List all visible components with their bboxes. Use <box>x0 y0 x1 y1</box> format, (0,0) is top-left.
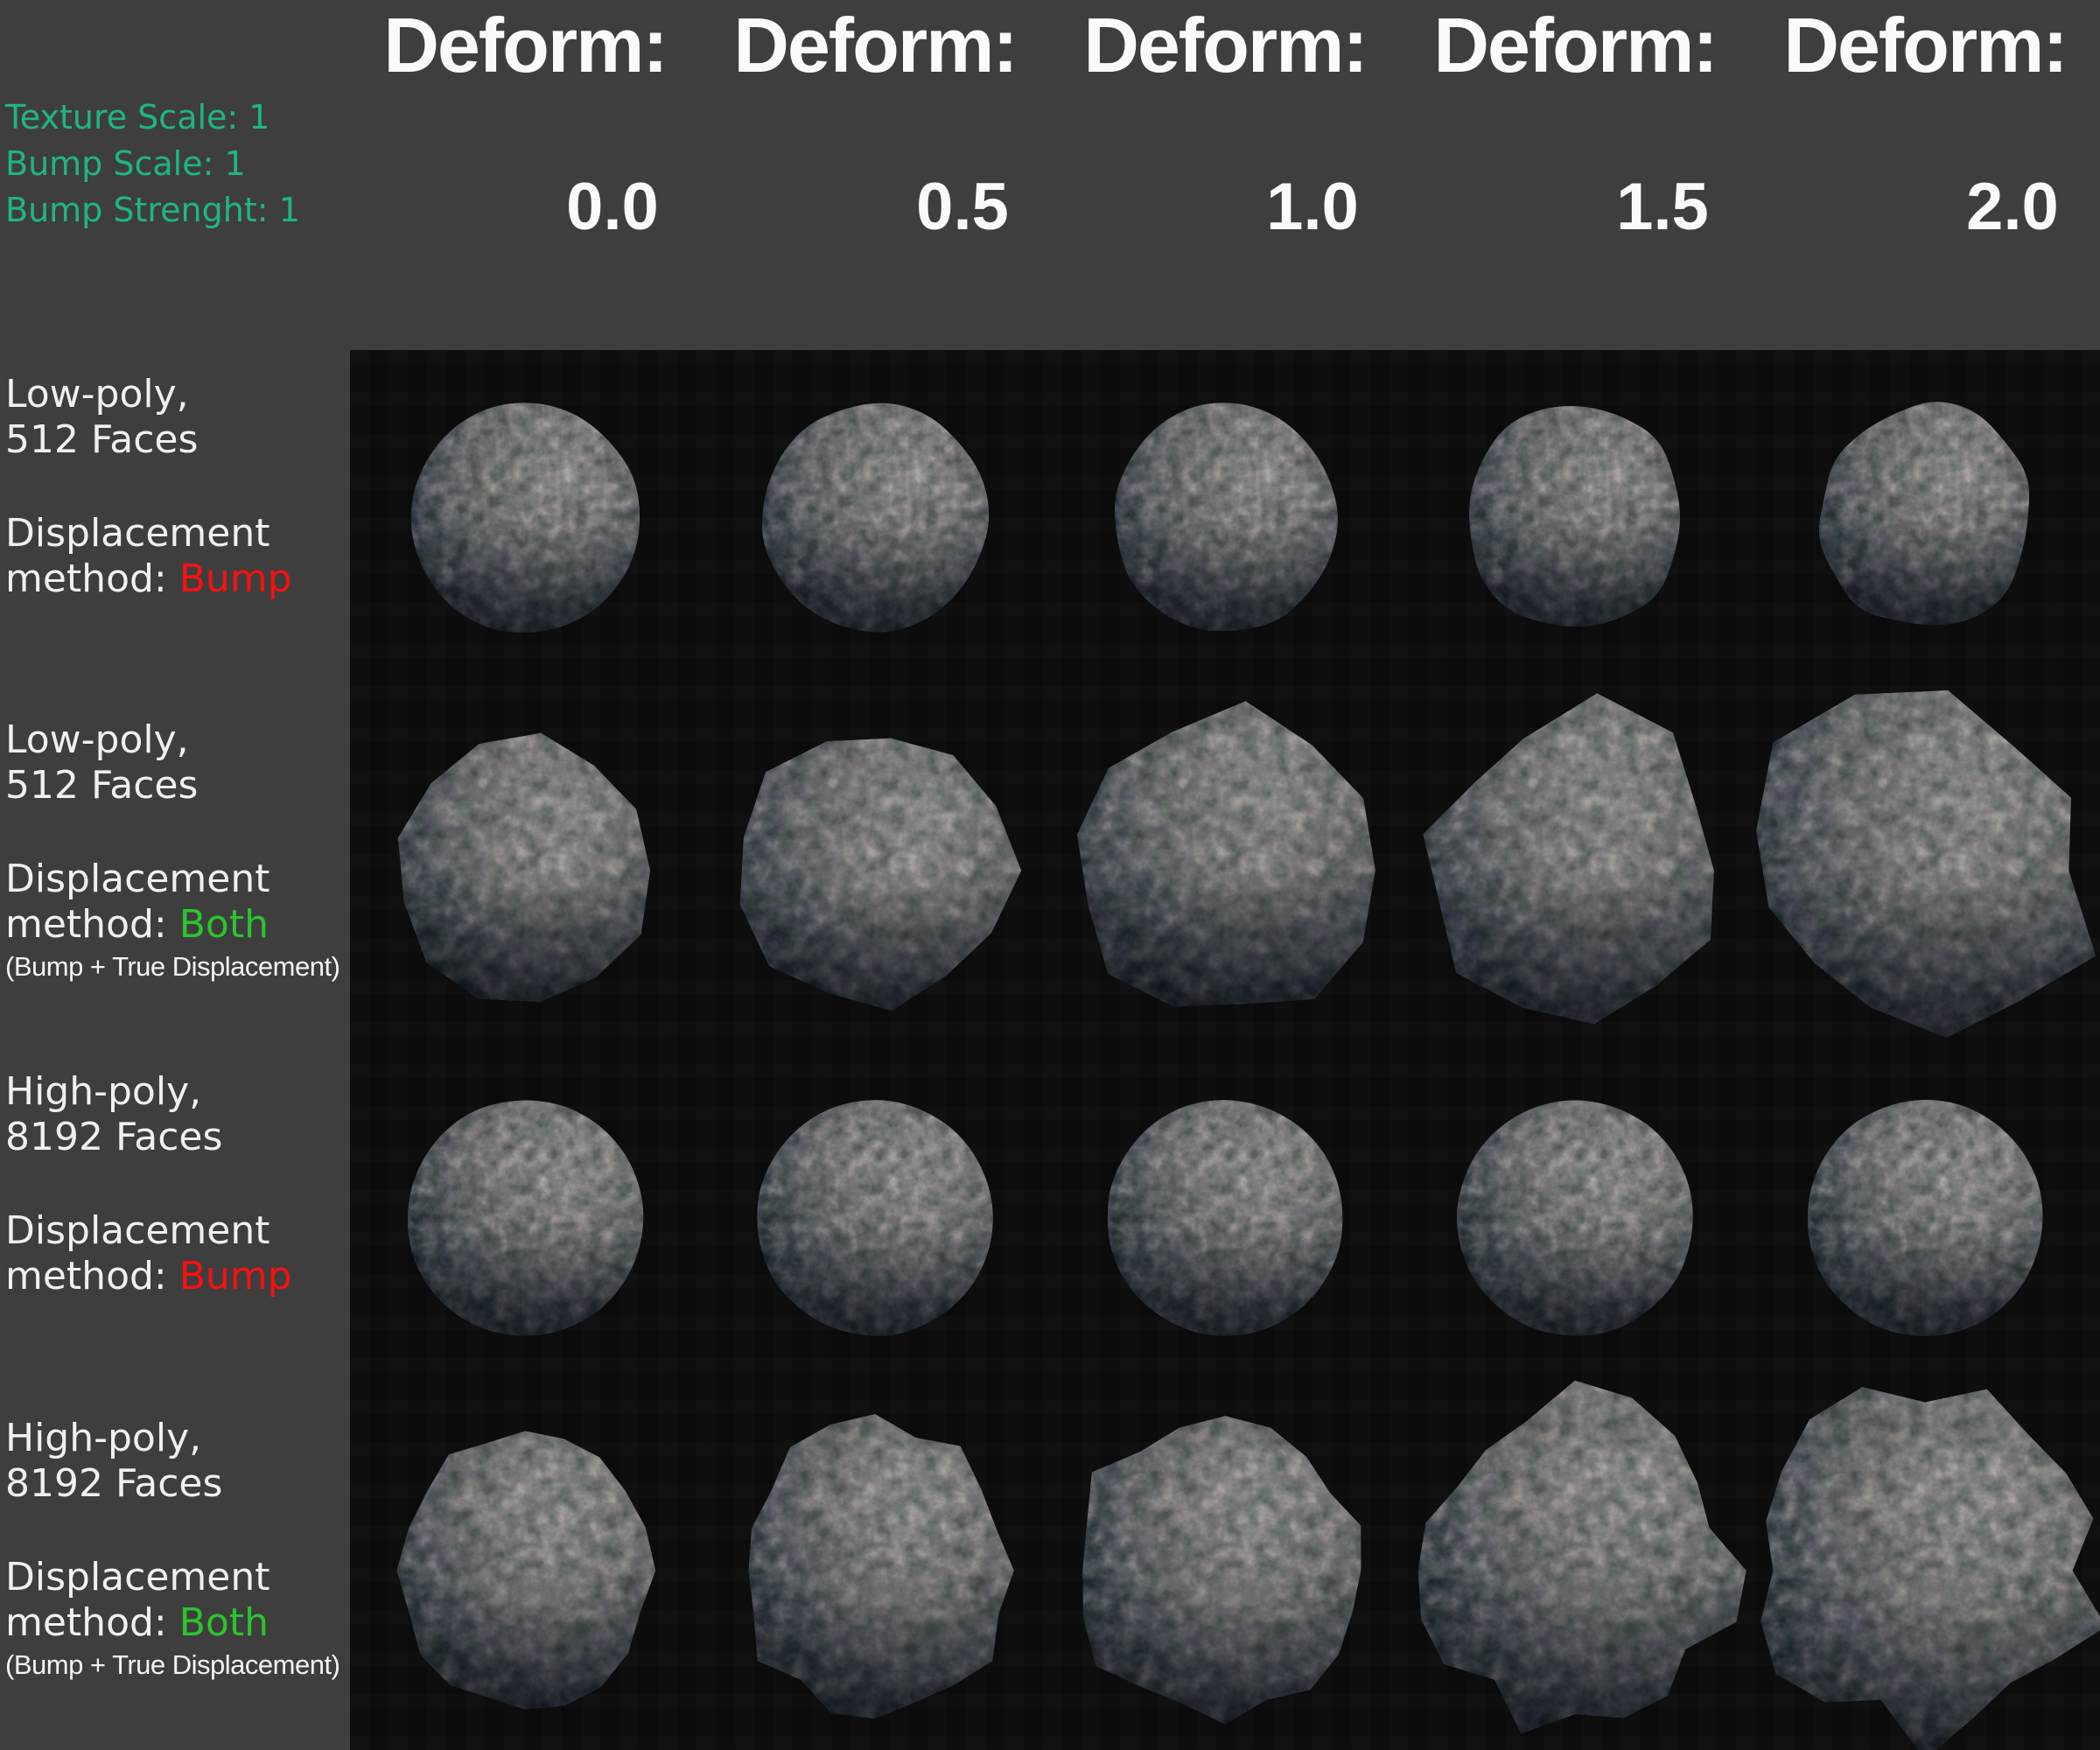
asteroid-render-r1c3 <box>1400 693 1750 1050</box>
method-line: method: Bump <box>5 1254 348 1299</box>
asteroid-render-r3c0 <box>350 1400 700 1750</box>
settings-line-1: Bump Scale: 1 <box>5 144 246 183</box>
method-note-label: (Bump + True Displacement) <box>5 1649 340 1680</box>
row-label-block-0: Low-poly, 512 Faces Displacement method: Bu… <box>5 372 348 605</box>
asteroid-svg <box>1819 402 2030 626</box>
asteroid-render-r0c0 <box>350 350 700 700</box>
asteroid-svg <box>1469 406 1680 627</box>
asteroid-svg <box>396 1431 656 1710</box>
row-label-block-3: High-poly, 8192 Faces Displacement method: … <box>5 1416 348 1682</box>
asteroid-render-r3c4 <box>1750 1387 2100 1750</box>
asteroid-svg <box>1077 701 1376 1007</box>
asteroid-render-r2c4 <box>1750 1050 2100 1400</box>
asteroid-render-r2c3 <box>1400 1050 1750 1400</box>
method-line: method: Both <box>5 1600 348 1646</box>
asteroid-render-r0c2 <box>1050 350 1400 700</box>
column-header-deform-4: Deform: <box>1783 2 2068 88</box>
method-value-label: Bump <box>178 556 292 601</box>
method-note-label: (Bump + True Displacement) <box>5 951 340 982</box>
asteroid-render-r3c3 <box>1400 1380 1750 1750</box>
column-value-row: 0.0 0.5 1.0 1.5 2.0 <box>438 168 2100 247</box>
asteroid-svg <box>761 402 990 633</box>
mesh-type-label: High-poly, <box>5 1069 202 1114</box>
asteroid-svg <box>1756 690 2096 1038</box>
asteroid-svg <box>410 402 640 633</box>
mesh-type-label: High-poly, <box>5 1416 202 1460</box>
method-prefix-label: method: <box>5 1254 179 1298</box>
row-label-block-1: Low-poly, 512 Faces Displacement method: Bo… <box>5 718 348 984</box>
column-deform-value-2: 1.0 <box>1266 170 1359 244</box>
column-deform-value-3: 1.5 <box>1616 170 1709 244</box>
asteroid-render-r0c1 <box>700 350 1050 700</box>
asteroid-render-r2c2 <box>1050 1050 1400 1400</box>
asteroid-render-r2c1 <box>700 1050 1050 1400</box>
asteroid-svg <box>1423 693 1714 1025</box>
asteroid-svg <box>1456 1100 1693 1336</box>
asteroid-render-r1c0 <box>350 700 700 1050</box>
settings-line-0: Texture Scale: 1 <box>5 98 270 136</box>
method-value-label: Both <box>178 1600 269 1645</box>
render-area <box>350 350 2100 1750</box>
column-header-row: Deform: Deform: Deform: Deform: Deform: <box>350 0 2100 91</box>
face-count-label: 512 Faces <box>5 763 199 808</box>
asteroid-svg <box>397 732 650 1002</box>
face-count-label: 512 Faces <box>5 417 199 462</box>
settings-panel: Texture Scale: 1 Bump Scale: 1 Bump Streng… <box>5 94 300 234</box>
deform-comparison-figure: Deform: Deform: Deform: Deform: Deform: 0.0 0… <box>0 0 2100 1750</box>
row-label-block-2: High-poly, 8192 Faces Displacement method: … <box>5 1069 348 1302</box>
asteroid-render-r3c1 <box>700 1400 1050 1750</box>
column-deform-value-4: 2.0 <box>1966 170 2059 244</box>
method-prefix-label: method: <box>5 902 179 947</box>
asteroid-svg <box>1418 1380 1746 1734</box>
displacement-word-label: Displacement <box>5 1208 270 1253</box>
asteroid-svg <box>1107 1100 1343 1336</box>
method-value-label: Both <box>178 902 269 947</box>
asteroid-render-r0c4 <box>1750 350 2100 700</box>
asteroid-svg <box>407 1100 644 1336</box>
method-value-label: Bump <box>178 1254 292 1298</box>
asteroid-render-r2c0 <box>350 1050 700 1400</box>
settings-line-2: Bump Strenght: 1 <box>5 191 300 229</box>
method-line: method: Both <box>5 902 348 948</box>
column-header-deform-2: Deform: <box>1083 2 1368 88</box>
column-header-deform-1: Deform: <box>733 2 1018 88</box>
asteroid-render-r1c1 <box>700 700 1050 1050</box>
method-prefix-label: method: <box>5 556 179 601</box>
asteroid-render-r1c4 <box>1750 690 2100 1050</box>
method-line: method: Bump <box>5 556 348 602</box>
asteroid-svg <box>757 1100 993 1336</box>
asteroid-svg <box>748 1414 1014 1719</box>
asteroid-svg <box>1760 1387 2100 1750</box>
method-prefix-label: method: <box>5 1600 179 1645</box>
mesh-type-label: Low-poly, <box>5 372 189 416</box>
column-deform-value-1: 0.5 <box>916 170 1009 244</box>
displacement-word-label: Displacement <box>5 1555 270 1600</box>
displacement-word-label: Displacement <box>5 857 270 901</box>
asteroid-svg <box>739 738 1022 1012</box>
asteroid-render-r0c3 <box>1400 350 1750 700</box>
asteroid-svg <box>1807 1099 2043 1336</box>
column-header-deform-0: Deform: <box>383 2 668 88</box>
face-count-label: 8192 Faces <box>5 1115 223 1159</box>
column-header-deform-3: Deform: <box>1433 2 1718 88</box>
asteroid-render-r1c2 <box>1050 700 1400 1050</box>
asteroid-svg <box>1082 1416 1362 1725</box>
asteroid-render-r3c2 <box>1050 1400 1400 1750</box>
displacement-word-label: Displacement <box>5 511 270 556</box>
mesh-type-label: Low-poly, <box>5 718 189 762</box>
face-count-label: 8192 Faces <box>5 1461 223 1506</box>
column-deform-value-0: 0.0 <box>566 170 659 244</box>
asteroid-svg <box>1114 402 1338 632</box>
